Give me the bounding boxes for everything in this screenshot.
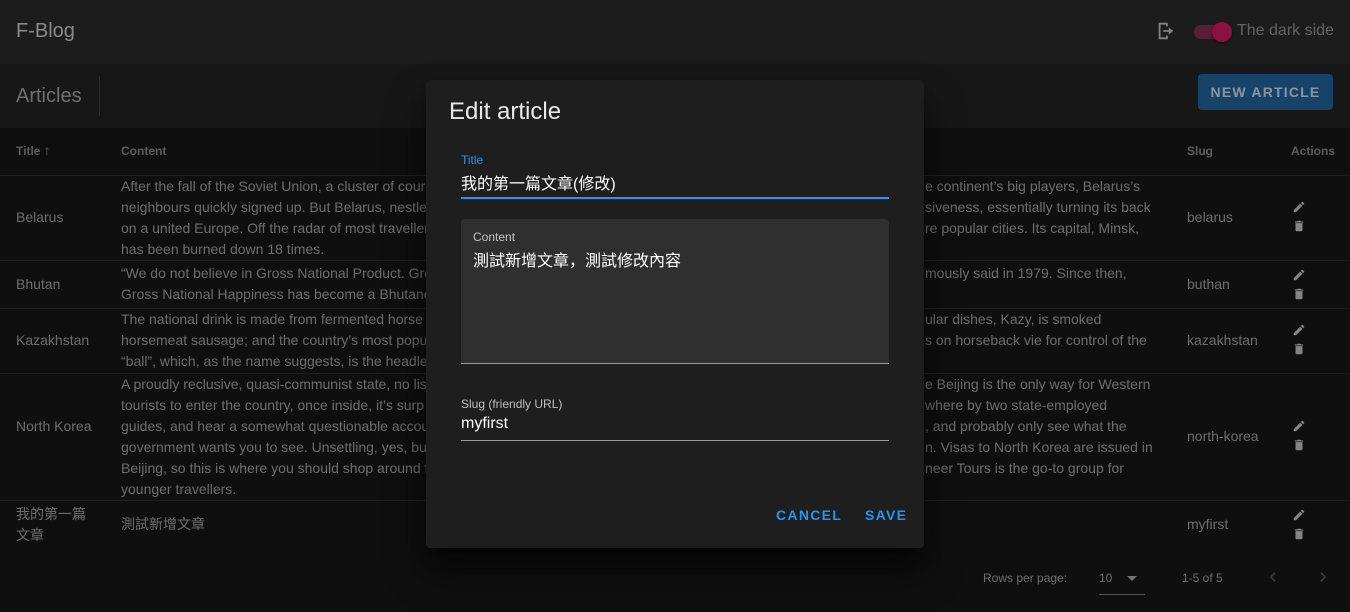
save-button[interactable]: SAVE: [865, 507, 907, 523]
cancel-button[interactable]: CANCEL: [776, 507, 842, 523]
slug-input[interactable]: myfirst: [461, 415, 508, 433]
title-field-label: Title: [461, 153, 484, 167]
content-field[interactable]: Content 測試新增文章，測試修改內容: [461, 219, 889, 364]
slug-field-label: Slug (friendly URL): [461, 397, 563, 411]
title-field[interactable]: Title 我的第一篇文章(修改): [461, 152, 889, 199]
content-field-label: Content: [473, 230, 516, 244]
edit-article-dialog: Edit article Title 我的第一篇文章(修改) Content 測…: [426, 80, 924, 548]
title-input[interactable]: 我的第一篇文章(修改): [461, 170, 616, 194]
slug-field[interactable]: Slug (friendly URL) myfirst: [461, 396, 889, 441]
dialog-title: Edit article: [449, 98, 562, 125]
content-textarea[interactable]: 測試新增文章，測試修改內容: [473, 247, 681, 271]
